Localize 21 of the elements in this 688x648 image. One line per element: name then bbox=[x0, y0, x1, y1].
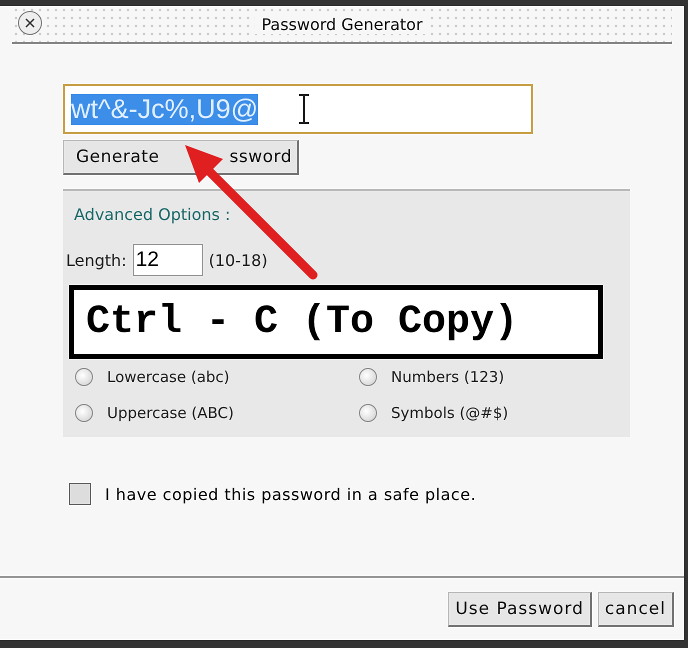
generate-password-button[interactable]: Generate ssword bbox=[63, 140, 299, 175]
advanced-options-link[interactable]: Advanced Options : bbox=[74, 205, 230, 224]
close-icon bbox=[23, 16, 37, 30]
radio-button[interactable] bbox=[75, 404, 93, 422]
dialog-button[interactable]: Use Password bbox=[448, 592, 592, 626]
radio-button[interactable] bbox=[359, 368, 377, 386]
option-label: Numbers (123) bbox=[391, 368, 504, 386]
annotation-callout: Ctrl - C (To Copy) bbox=[69, 285, 603, 359]
checkbox-label: I have copied this password in a safe place. bbox=[105, 484, 476, 504]
length-field[interactable]: 12 bbox=[132, 244, 203, 276]
text-cursor-icon bbox=[298, 94, 310, 124]
option-label: Uppercase (ABC) bbox=[107, 404, 234, 422]
option-label: Lowercase (abc) bbox=[107, 368, 230, 386]
radio-button[interactable] bbox=[75, 368, 93, 386]
dialog-button[interactable]: cancel bbox=[598, 592, 674, 626]
checkbox[interactable] bbox=[69, 483, 91, 505]
option-label: Symbols (@#$) bbox=[391, 404, 508, 422]
length-label: Length: bbox=[66, 250, 127, 270]
close-button[interactable] bbox=[18, 11, 42, 35]
radio-button[interactable] bbox=[359, 404, 377, 422]
length-hint: (10-18) bbox=[208, 250, 268, 270]
